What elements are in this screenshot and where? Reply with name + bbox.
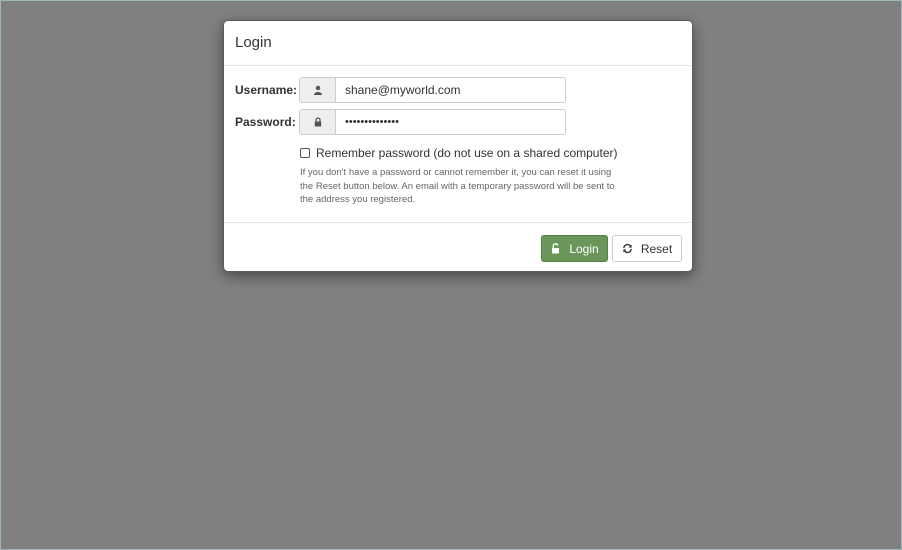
reset-button-label: Reset (640, 241, 673, 256)
refresh-icon (622, 243, 632, 254)
help-text: If you don't have a password or cannot r… (300, 167, 615, 205)
remember-row: Remember password (do not use on a share… (300, 146, 617, 160)
reset-button[interactable]: Reset (612, 235, 682, 262)
password-input[interactable] (336, 110, 565, 134)
username-label: Username: (235, 83, 298, 97)
lock-icon (300, 110, 336, 134)
dialog-header: Login (224, 21, 692, 66)
remember-label[interactable]: Remember password (do not use on a share… (316, 146, 617, 160)
login-button[interactable]: Login (541, 235, 608, 262)
dialog-footer: Login Reset (224, 223, 692, 273)
password-row: Password: (235, 109, 566, 135)
remember-checkbox[interactable] (300, 148, 310, 158)
username-input-group (299, 77, 566, 103)
username-input[interactable] (336, 78, 565, 102)
dialog-title: Login (235, 34, 272, 51)
username-row: Username: (235, 77, 566, 103)
login-button-label: Login (569, 241, 599, 256)
login-dialog: Login Username: Password: Remember pa (223, 20, 693, 272)
password-input-group (299, 109, 566, 135)
user-icon (300, 78, 336, 102)
password-label: Password: (235, 115, 296, 129)
unlock-icon (552, 243, 560, 254)
dialog-body: Username: Password: Remember password (d… (224, 66, 692, 223)
